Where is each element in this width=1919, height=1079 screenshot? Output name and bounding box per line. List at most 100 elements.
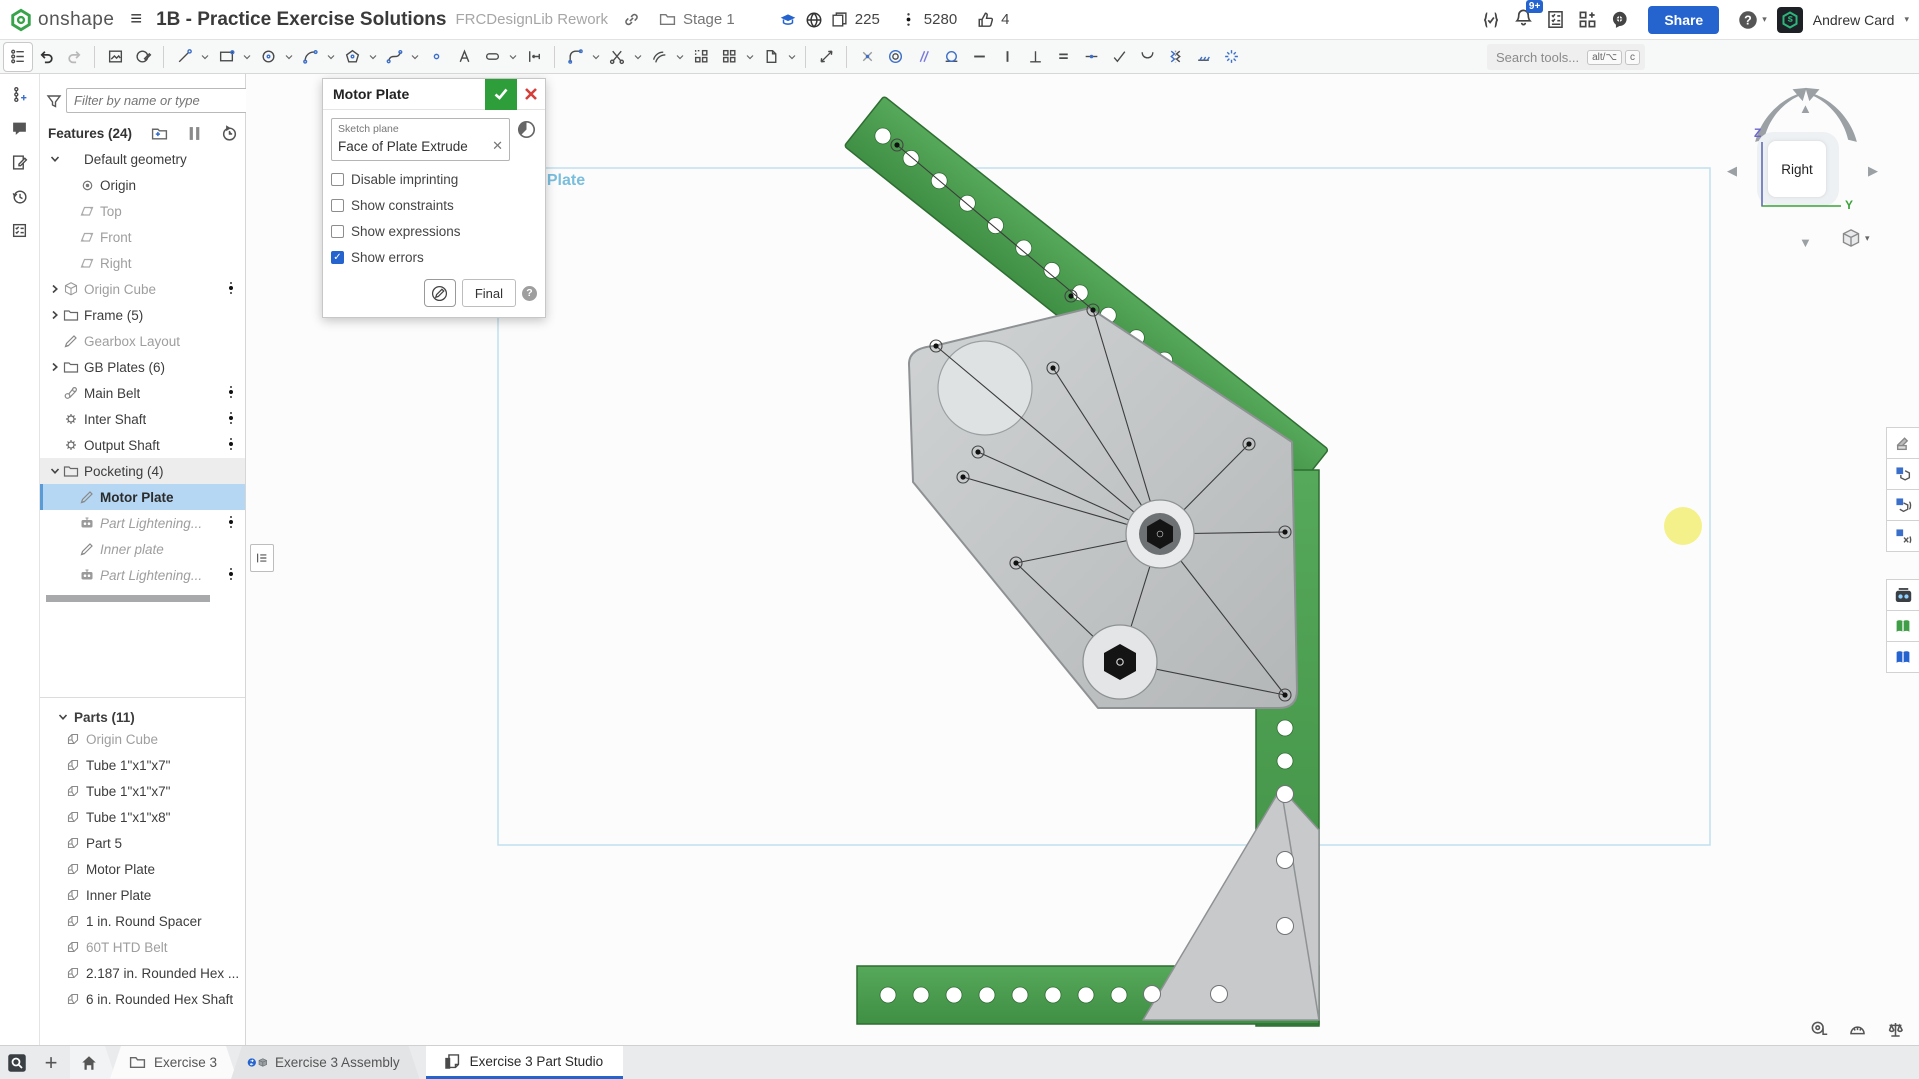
- suppress-dots-icon[interactable]: [227, 280, 235, 299]
- ai-assistant-icon[interactable]: [1608, 9, 1630, 31]
- toolbar-feature-list-button[interactable]: [4, 43, 32, 71]
- dock-robot-button[interactable]: [1886, 579, 1919, 611]
- dock-bom-button[interactable]: [1886, 458, 1919, 490]
- toolbar-measure-extend-button[interactable]: [812, 43, 840, 71]
- dock-book-blue-button[interactable]: [1886, 641, 1919, 673]
- strip-versions-button[interactable]: [6, 80, 34, 108]
- confirm-button[interactable]: [485, 79, 517, 110]
- sketch-plane-field[interactable]: Sketch plane Face of Plate Extrude ✕: [331, 118, 510, 161]
- dock-variables-button[interactable]: [1886, 520, 1919, 552]
- toolbar-parallel-button[interactable]: [909, 43, 937, 71]
- toolbar-fillet-dropdown[interactable]: [589, 43, 603, 71]
- filter-icon[interactable]: [46, 90, 62, 112]
- checkbox-unchecked[interactable]: [331, 199, 344, 212]
- toolbar-midpoint-button[interactable]: [1077, 43, 1105, 71]
- toolbar-arc-dropdown[interactable]: [324, 43, 338, 71]
- chevron-right-icon[interactable]: [48, 284, 62, 294]
- feature-row[interactable]: Gearbox Layout: [40, 328, 245, 354]
- toolbar-line-button[interactable]: [170, 43, 198, 71]
- feature-row[interactable]: Inter Shaft: [40, 406, 245, 432]
- toolbar-coincident-button[interactable]: [853, 43, 881, 71]
- toolbar-symmetric-button[interactable]: [1161, 43, 1189, 71]
- suppress-dots-icon[interactable]: [227, 566, 235, 585]
- feature-row[interactable]: Part Lightening...: [40, 562, 245, 588]
- toolbar-curvature-button[interactable]: [1133, 43, 1161, 71]
- rollback-clock-icon[interactable]: [218, 122, 240, 144]
- dock-book-green-button[interactable]: [1886, 610, 1919, 642]
- toolbar-tangent-button[interactable]: [937, 43, 965, 71]
- tape-measure-icon[interactable]: [1807, 1017, 1831, 1041]
- feature-row[interactable]: Part Lightening...: [40, 510, 245, 536]
- checkbox-row[interactable]: ✓Show errors: [331, 250, 537, 265]
- toolbar-trim-dropdown[interactable]: [631, 43, 645, 71]
- chevron-down-icon[interactable]: [48, 466, 62, 476]
- toolbar-spline-dropdown[interactable]: [408, 43, 422, 71]
- toolbar-offset-dropdown[interactable]: [673, 43, 687, 71]
- toolbar-normal-button[interactable]: [1105, 43, 1133, 71]
- toolbar-vertical-button[interactable]: [993, 43, 1021, 71]
- checkbox-row[interactable]: Show constraints: [331, 198, 537, 213]
- checkbox-row[interactable]: Show expressions: [331, 224, 537, 239]
- home-tab[interactable]: [70, 1046, 116, 1079]
- suppress-dots-icon[interactable]: [227, 436, 235, 455]
- user-caret-icon[interactable]: ▾: [1904, 14, 1909, 25]
- feature-row[interactable]: GB Plates (6): [40, 354, 245, 380]
- feature-row[interactable]: Main Belt: [40, 380, 245, 406]
- tab-exercise-3-part-studio[interactable]: Exercise 3 Part Studio: [426, 1046, 624, 1079]
- toolbar-grid-pattern-button[interactable]: [715, 43, 743, 71]
- toolbar-horizontal-button[interactable]: [965, 43, 993, 71]
- feature-row[interactable]: Default geometry: [40, 146, 245, 172]
- suppress-dots-icon[interactable]: [227, 384, 235, 403]
- apps-icon[interactable]: [1576, 9, 1598, 31]
- part-row[interactable]: Part 5: [40, 830, 245, 856]
- part-row[interactable]: Motor Plate: [40, 856, 245, 882]
- toolbar-concentric-button[interactable]: [881, 43, 909, 71]
- toolbar-trim-button[interactable]: [603, 43, 631, 71]
- feature-row[interactable]: Front: [40, 224, 245, 250]
- strip-checklist-button[interactable]: [6, 216, 34, 244]
- user-name[interactable]: Andrew Card: [1813, 12, 1895, 28]
- toolbar-equal-button[interactable]: [1049, 43, 1077, 71]
- part-row[interactable]: Tube 1"x1"x8": [40, 804, 245, 830]
- learning-icon[interactable]: [777, 9, 799, 31]
- gusset-plate[interactable]: [1143, 788, 1319, 1020]
- cancel-button[interactable]: [517, 79, 545, 110]
- toolbar-rectangle-button[interactable]: [212, 43, 240, 71]
- toolbar-circle-button[interactable]: [254, 43, 282, 71]
- checkbox-unchecked[interactable]: [331, 225, 344, 238]
- toolbar-fix-button[interactable]: [1189, 43, 1217, 71]
- view-left-arrow[interactable]: ◀: [1727, 164, 1737, 177]
- toolbar-perpendicular-button[interactable]: [1021, 43, 1049, 71]
- toolbar-fillet-button[interactable]: [561, 43, 589, 71]
- final-button[interactable]: Final: [462, 279, 516, 307]
- toolbar-insert-image-button[interactable]: [101, 43, 129, 71]
- clear-selection-icon[interactable]: ✕: [492, 138, 503, 154]
- part-row[interactable]: 60T HTD Belt: [40, 934, 245, 960]
- feature-row[interactable]: Origin Cube: [40, 276, 245, 302]
- chevron-down-icon[interactable]: [48, 154, 62, 164]
- view-up-arrow[interactable]: ▲: [1799, 102, 1812, 115]
- toolbar-polygon-button[interactable]: [338, 43, 366, 71]
- add-tab-button[interactable]: +: [34, 1046, 68, 1079]
- breadcrumb-folder[interactable]: Stage 1: [656, 9, 735, 31]
- feature-row[interactable]: Inner plate: [40, 536, 245, 562]
- tab-exercise-3-assembly[interactable]: Exercise 3 Assembly: [231, 1046, 420, 1079]
- dock-appearance-button[interactable]: [1886, 427, 1919, 459]
- dialog-header[interactable]: Motor Plate: [323, 79, 545, 110]
- suppress-pause-icon[interactable]: [183, 122, 205, 144]
- checkbox-row[interactable]: Disable imprinting: [331, 172, 537, 187]
- strip-comment-button[interactable]: [6, 114, 34, 142]
- feature-row[interactable]: Motor Plate: [40, 484, 245, 510]
- part-row[interactable]: Tube 1"x1"x7": [40, 778, 245, 804]
- model-canvas[interactable]: Motor Plate Motor Plate Sketch plane: [246, 74, 1919, 1045]
- feature-row[interactable]: Right: [40, 250, 245, 276]
- toolbar-insert-face-button[interactable]: [129, 43, 157, 71]
- avatar[interactable]: [1777, 7, 1803, 33]
- onshape-logo[interactable]: onshape: [10, 9, 114, 31]
- tasks-icon[interactable]: [1544, 9, 1566, 31]
- feature-row[interactable]: Origin: [40, 172, 245, 198]
- toolbar-show-constraints-button[interactable]: [1217, 43, 1245, 71]
- share-button[interactable]: Share: [1648, 6, 1719, 34]
- toolbar-offset-button[interactable]: [645, 43, 673, 71]
- copies-icon[interactable]: [829, 9, 851, 31]
